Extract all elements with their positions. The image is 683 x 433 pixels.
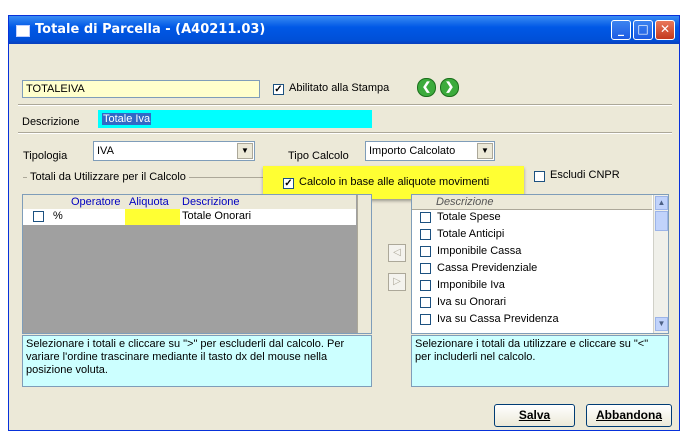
item-label: Imponibile Iva — [437, 279, 505, 291]
item-label: Iva su Onorari — [437, 296, 507, 308]
calcolo-aliquote-label: Calcolo in base alle aliquote movimenti — [299, 176, 490, 188]
list-item[interactable]: Totale Anticipi — [420, 227, 504, 243]
print-label: Abilitato alla Stampa — [289, 82, 390, 94]
item-label: Totale Anticipi — [437, 228, 505, 240]
item-checkbox[interactable] — [420, 228, 431, 240]
right-hint: Selezionare i totali da utilizzare e cli… — [411, 335, 669, 387]
scroll-thumb[interactable] — [655, 211, 668, 231]
tipologia-select[interactable]: IVA ▼ — [93, 141, 255, 161]
item-checkbox[interactable] — [420, 211, 431, 223]
item-label: Imponibile Cassa — [437, 245, 522, 257]
descrizione-label: Descrizione — [22, 116, 80, 128]
tipo-calcolo-value: Importo Calcolato — [369, 145, 456, 157]
item-label: Cassa Previdenziale — [437, 262, 538, 274]
list-header-descrizione: Descrizione — [436, 196, 494, 208]
header-operatore[interactable]: Operatore — [71, 195, 121, 209]
row-checkbox[interactable] — [33, 211, 44, 222]
escludi-cnpr-label: Escludi CNPR — [550, 169, 620, 181]
escludi-cnpr-checkbox[interactable] — [534, 171, 545, 182]
item-checkbox[interactable] — [420, 262, 431, 274]
list-item[interactable]: Totale Spese — [420, 210, 501, 226]
item-checkbox[interactable] — [420, 296, 431, 308]
grid-header: Operatore Aliquota Descrizione — [23, 195, 356, 210]
grid-scrollbar[interactable] — [357, 195, 371, 333]
item-checkbox[interactable] — [420, 279, 431, 291]
calcolo-aliquote-checkbox[interactable]: ✓ — [283, 178, 294, 189]
tipo-calcolo-label: Tipo Calcolo — [288, 150, 349, 162]
minimize-button[interactable]: _ — [611, 20, 631, 40]
window-title: Totale di Parcella - (A40211.03) — [35, 22, 266, 37]
included-totals-grid[interactable]: Operatore Aliquota Descrizione % Totale … — [22, 194, 372, 334]
list-scrollbar[interactable]: ▲ ▼ — [653, 195, 668, 333]
header-descrizione[interactable]: Descrizione — [182, 195, 239, 209]
row-operatore: % — [53, 210, 63, 222]
row-descrizione: Totale Onorari — [182, 210, 252, 222]
list-item[interactable]: Iva su Cassa Previdenza — [420, 312, 559, 328]
scroll-down-icon[interactable]: ▼ — [655, 317, 668, 331]
item-checkbox[interactable] — [420, 245, 431, 257]
descrizione-value: Totale Iva — [102, 113, 152, 125]
save-button[interactable]: Salva — [494, 404, 575, 427]
tipo-calcolo-select[interactable]: Importo Calcolato ▼ — [365, 141, 495, 161]
separator — [18, 104, 672, 106]
chevron-down-icon[interactable]: ▼ — [237, 143, 253, 159]
code-field[interactable]: TOTALEIVA — [22, 80, 260, 98]
dialog-window: Totale di Parcella - (A40211.03) _ □ ✕ T… — [8, 15, 680, 431]
move-left-button[interactable]: ◁ — [388, 244, 406, 262]
item-checkbox[interactable] — [420, 313, 431, 325]
list-item[interactable]: Iva su Onorari — [420, 295, 506, 311]
table-row[interactable]: % Totale Onorari — [23, 209, 356, 225]
previous-arrow-icon[interactable]: ❮ — [417, 78, 436, 97]
cancel-button[interactable]: Abbandona — [586, 404, 672, 427]
tipologia-label: Tipologia — [23, 150, 68, 162]
maximize-button[interactable]: □ — [633, 20, 653, 40]
cancel-label: Abbandona — [596, 408, 662, 422]
list-item[interactable]: Imponibile Iva — [420, 278, 505, 294]
app-icon — [16, 25, 30, 37]
descrizione-field[interactable]: Totale Iva — [98, 110, 372, 128]
groupbox-label: Totali da Utilizzare per il Calcolo — [27, 171, 189, 183]
scroll-up-icon[interactable]: ▲ — [655, 196, 668, 210]
move-right-button[interactable]: ▷ — [388, 273, 406, 291]
chevron-down-icon[interactable]: ▼ — [477, 143, 493, 159]
list-header: Descrizione — [412, 195, 652, 210]
list-item[interactable]: Imponibile Cassa — [420, 244, 521, 260]
available-totals-list[interactable]: Descrizione Totale Spese Totale Anticipi… — [411, 194, 669, 334]
left-hint: Selezionare i totali e cliccare su ">" p… — [22, 335, 372, 387]
item-label: Totale Spese — [437, 211, 501, 223]
item-label: Iva su Cassa Previdenza — [437, 313, 559, 325]
print-checkbox[interactable]: ✓ — [273, 84, 284, 95]
row-aliquota[interactable] — [125, 209, 180, 225]
save-label: Salva — [518, 408, 551, 422]
next-arrow-icon[interactable]: ❯ — [440, 78, 459, 97]
tipologia-value: IVA — [97, 145, 114, 157]
title-bar[interactable]: Totale di Parcella - (A40211.03) _ □ ✕ — [9, 16, 679, 44]
separator — [18, 132, 672, 134]
close-button[interactable]: ✕ — [655, 20, 675, 40]
header-aliquota[interactable]: Aliquota — [129, 195, 169, 209]
list-item[interactable]: Cassa Previdenziale — [420, 261, 537, 277]
